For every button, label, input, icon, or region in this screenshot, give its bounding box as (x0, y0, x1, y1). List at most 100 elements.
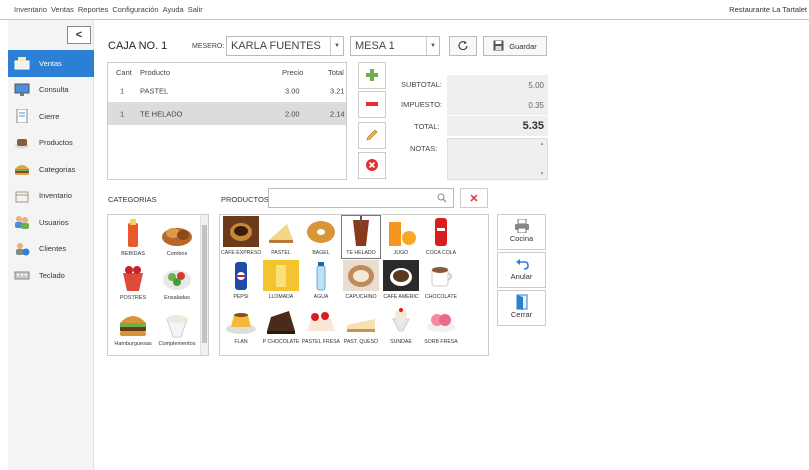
product-pastel-queso[interactable]: PAST. QUESO (341, 305, 381, 349)
dessert-icon (117, 263, 149, 293)
product-agua[interactable]: AGUA (301, 260, 341, 304)
col-precio: Precio (282, 68, 304, 77)
close-order-button[interactable]: Cerrar (497, 290, 546, 326)
document-icon (14, 108, 30, 124)
close-icon: ✕ (469, 192, 479, 205)
product-pepsi[interactable]: PEPSI (221, 260, 261, 304)
americano-icon (383, 260, 419, 291)
cup-icon (14, 136, 30, 150)
product-capuchino[interactable]: CAPUCHINO (341, 260, 381, 304)
product-label: P CHOCOLATE (262, 339, 300, 345)
category-complementos[interactable]: Complementos (154, 307, 200, 353)
col-producto: Producto (140, 68, 171, 77)
sidebar-item-label: Categorias (39, 164, 76, 174)
box-icon (14, 189, 30, 203)
edit-item-button[interactable] (358, 122, 386, 149)
cheesecake-icon (343, 305, 379, 336)
save-icon (493, 40, 504, 53)
product-sorb-fresa[interactable]: SORB FRESA (421, 305, 461, 349)
cola-can-icon (423, 216, 459, 247)
strawberry-cake-icon (303, 305, 339, 336)
table-row[interactable]: 1 TE HELADO 2.00 2.14 (108, 102, 346, 125)
chocolate-cake-icon (263, 305, 299, 336)
notes-scrollbar[interactable]: ▲ ▼ (539, 141, 545, 177)
category-label: Combos (166, 251, 188, 257)
total-value: 5.35 (447, 116, 548, 136)
categories-scrollbar[interactable] (200, 215, 208, 355)
users-icon (14, 215, 30, 230)
product-pastel-fresa[interactable]: PASTEL FRESA (301, 305, 341, 349)
collapse-sidebar-button[interactable]: < (67, 26, 91, 44)
product-p-chocolate[interactable]: P CHOCOLATE (261, 305, 301, 349)
delete-item-button[interactable] (358, 152, 386, 179)
bagel-icon (303, 216, 339, 247)
notes-field[interactable]: ▲ ▼ (447, 138, 548, 180)
juice-icon (383, 216, 419, 247)
col-cant: Cant (116, 68, 132, 77)
products-panel: CAFE EXPRESO PASTEL BAGEL TE HELADO JUGO… (219, 214, 489, 356)
order-table: Cant Producto Precio Total 1 PASTEL 3.00… (107, 62, 347, 180)
refresh-icon (458, 40, 468, 52)
remove-item-button[interactable] (358, 91, 386, 118)
sidebar-item-productos[interactable]: Productos (8, 130, 94, 157)
category-combos[interactable]: Combos (154, 217, 200, 263)
product-jugo[interactable]: JUGO (381, 216, 421, 260)
save-button[interactable]: Guardar (483, 36, 547, 56)
refresh-button[interactable] (449, 36, 477, 56)
category-ensaladas[interactable]: Ensaladas (154, 261, 200, 307)
sidebar-item-ventas[interactable]: Ventas (8, 50, 94, 77)
product-label: PEPSI (233, 294, 249, 300)
category-label: Hamburguesas (114, 341, 152, 347)
sidebar-item-categorias[interactable]: Categorias (8, 156, 94, 183)
cancel-order-button[interactable]: Anular (497, 252, 546, 288)
product-search-input[interactable] (268, 188, 454, 208)
product-label: TE HELADO (346, 250, 376, 256)
sidebar-item-label: Usuarios (39, 217, 69, 227)
scrollbar-thumb[interactable] (202, 225, 207, 343)
product-llomada[interactable]: LLOMADA (261, 260, 301, 304)
menu-item-salir[interactable]: Salir (188, 5, 203, 14)
iced-tea-icon (343, 216, 379, 247)
lemonade-icon (263, 260, 299, 291)
product-te-helado[interactable]: TE HELADO (341, 215, 381, 259)
row-cant: 1 (120, 109, 125, 118)
menu-item-inventario[interactable]: Inventario (14, 5, 47, 14)
menu-item-configuracion[interactable]: Configuración (112, 5, 158, 14)
menu-item-ventas[interactable]: Ventas (51, 5, 74, 14)
category-postres[interactable]: POSTRES (110, 261, 156, 307)
pencil-icon (365, 128, 379, 144)
clear-search-button[interactable]: ✕ (460, 188, 488, 208)
category-bebidas[interactable]: BEBIDAS (110, 217, 156, 263)
sidebar-item-usuarios[interactable]: Usuarios (8, 209, 94, 236)
mesa-select[interactable]: MESA 1 ▼ (350, 36, 440, 56)
product-bagel[interactable]: BAGEL (301, 216, 341, 260)
sidebar-item-label: Ventas (39, 58, 62, 68)
product-chocolate[interactable]: CHOCOLATE (421, 260, 461, 304)
table-row[interactable]: 1 PASTEL 3.00 3.21 (108, 79, 346, 102)
sidebar-item-consulta[interactable]: Consulta (8, 77, 94, 104)
menu-item-reportes[interactable]: Reportes (78, 5, 108, 14)
salad-icon (161, 263, 193, 293)
category-label: BEBIDAS (121, 251, 145, 257)
mesero-select[interactable]: KARLA FUENTES ▼ (226, 36, 344, 56)
menu-item-ayuda[interactable]: Ayuda (163, 5, 184, 14)
add-item-button[interactable] (358, 62, 386, 89)
printer-icon (498, 218, 545, 234)
product-sundae[interactable]: SUNDAE (381, 305, 421, 349)
col-total: Total (328, 68, 344, 77)
sidebar-item-clientes[interactable]: Clientes (8, 236, 94, 263)
category-hamburguesas[interactable]: Hamburguesas (110, 307, 156, 353)
sidebar-item-inventario[interactable]: Inventario (8, 183, 94, 210)
row-total: 3.21 (330, 86, 345, 95)
product-coca-cola[interactable]: COCA COLA (421, 216, 461, 260)
product-cafe-expreso[interactable]: CAFE EXPRESO (221, 216, 261, 260)
sidebar-item-cierre[interactable]: Cierre (8, 103, 94, 130)
sidebar-item-teclado[interactable]: Teclado (8, 262, 94, 289)
kitchen-button[interactable]: Cocina (497, 214, 546, 250)
espresso-icon (223, 216, 259, 247)
row-precio: 2.00 (285, 109, 300, 118)
product-pastel[interactable]: PASTEL (261, 216, 301, 260)
product-flan[interactable]: FLAN (221, 305, 261, 349)
product-cafe-americano[interactable]: CAFE AMERIC (381, 260, 421, 304)
product-label: PASTEL (271, 250, 291, 256)
